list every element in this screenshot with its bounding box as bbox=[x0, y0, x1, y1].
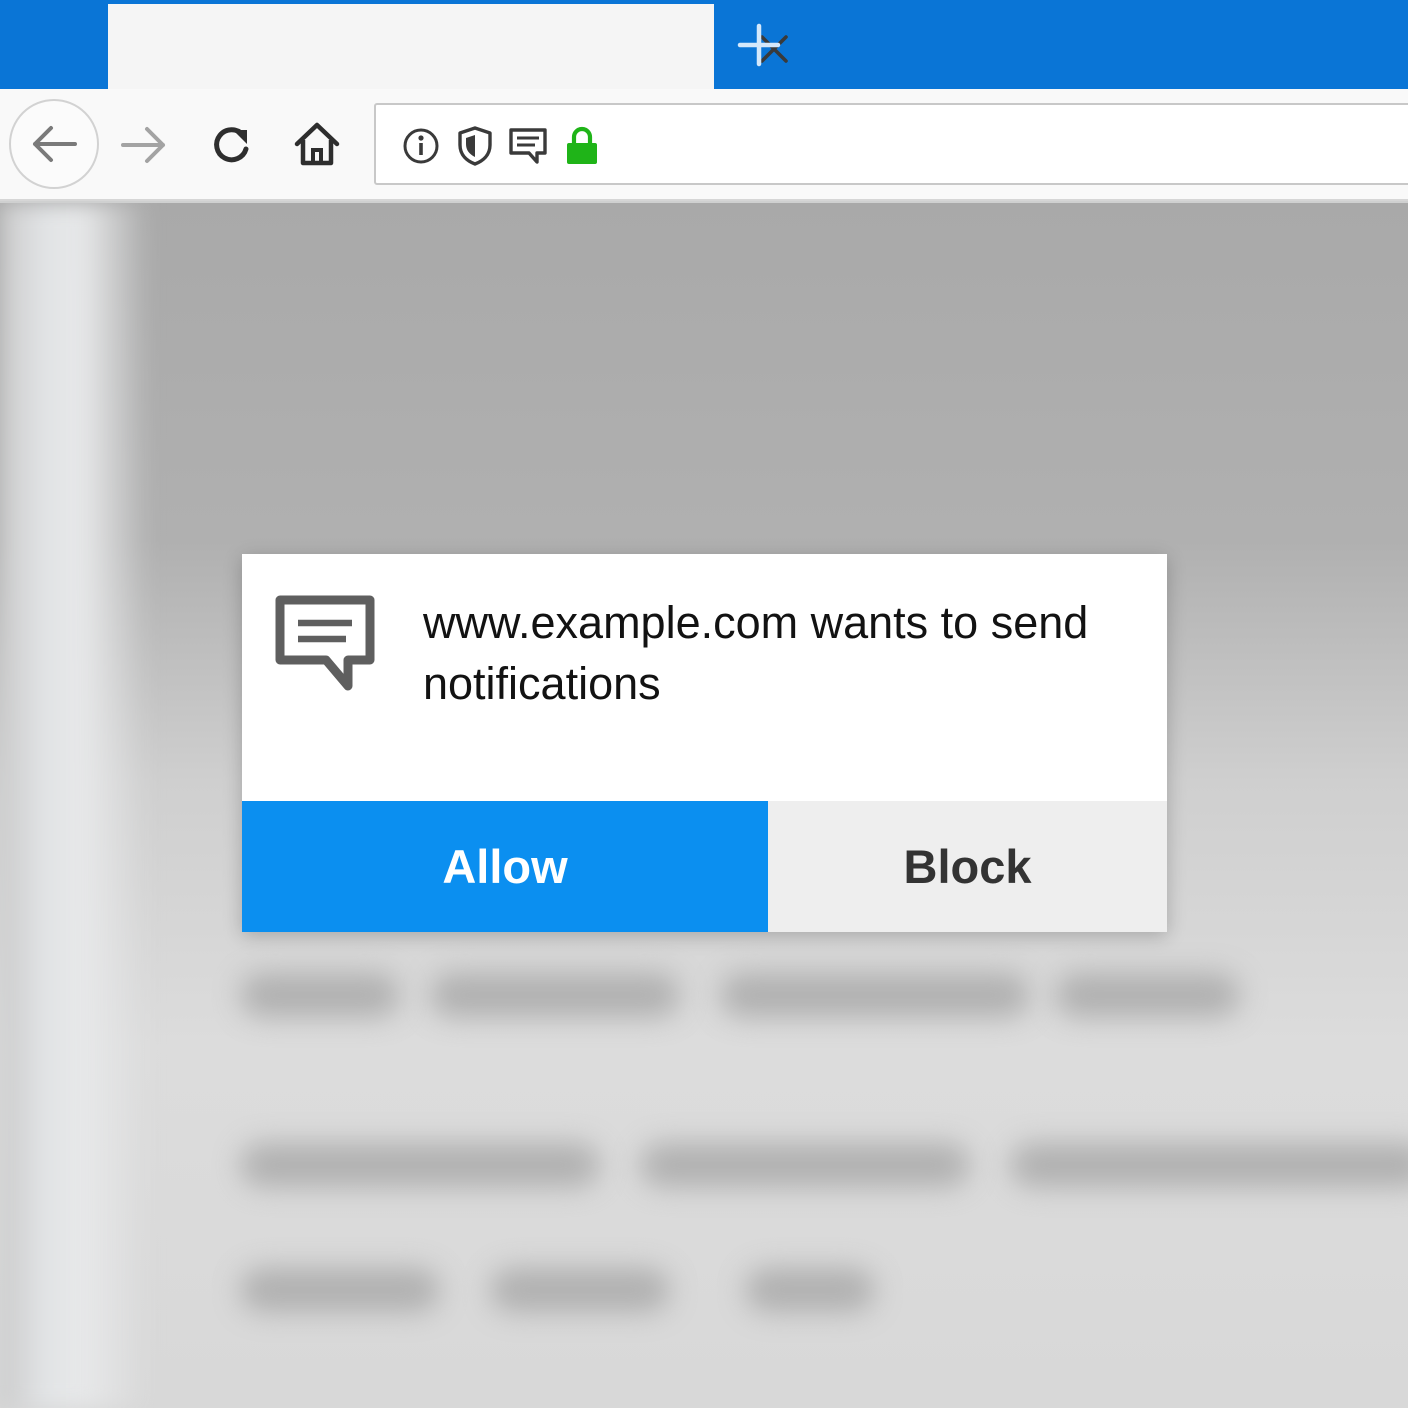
address-bar[interactable] bbox=[374, 103, 1408, 185]
home-icon bbox=[294, 122, 340, 166]
home-button[interactable] bbox=[285, 113, 349, 175]
allow-button[interactable]: Allow bbox=[242, 801, 768, 932]
connection-secure-button[interactable] bbox=[559, 123, 605, 169]
arrow-left-icon bbox=[33, 126, 77, 162]
tracking-protection-button[interactable] bbox=[452, 123, 498, 169]
browser-tab[interactable] bbox=[108, 4, 788, 89]
block-button[interactable]: Block bbox=[768, 801, 1167, 932]
dialog-message: www.example.com wants to send notificati… bbox=[423, 597, 1089, 709]
info-icon bbox=[403, 128, 439, 164]
forward-button[interactable] bbox=[112, 117, 174, 173]
site-info-button[interactable] bbox=[398, 123, 444, 169]
tab-strip bbox=[0, 0, 1408, 89]
reload-icon bbox=[214, 127, 249, 163]
notification-permission-button[interactable] bbox=[505, 123, 551, 169]
lock-icon bbox=[567, 126, 597, 164]
message-icon bbox=[275, 595, 375, 691]
plus-icon bbox=[737, 23, 781, 67]
navigation-toolbar bbox=[0, 89, 1408, 201]
back-button[interactable] bbox=[9, 99, 99, 189]
notification-icon bbox=[509, 128, 547, 164]
shield-icon bbox=[458, 126, 492, 166]
arrow-right-icon bbox=[121, 127, 165, 163]
new-tab-button[interactable] bbox=[732, 18, 786, 72]
reload-button[interactable] bbox=[200, 115, 262, 175]
url-input[interactable] bbox=[608, 119, 1398, 171]
notification-permission-dialog: www.example.com wants to send notificati… bbox=[242, 554, 1167, 932]
